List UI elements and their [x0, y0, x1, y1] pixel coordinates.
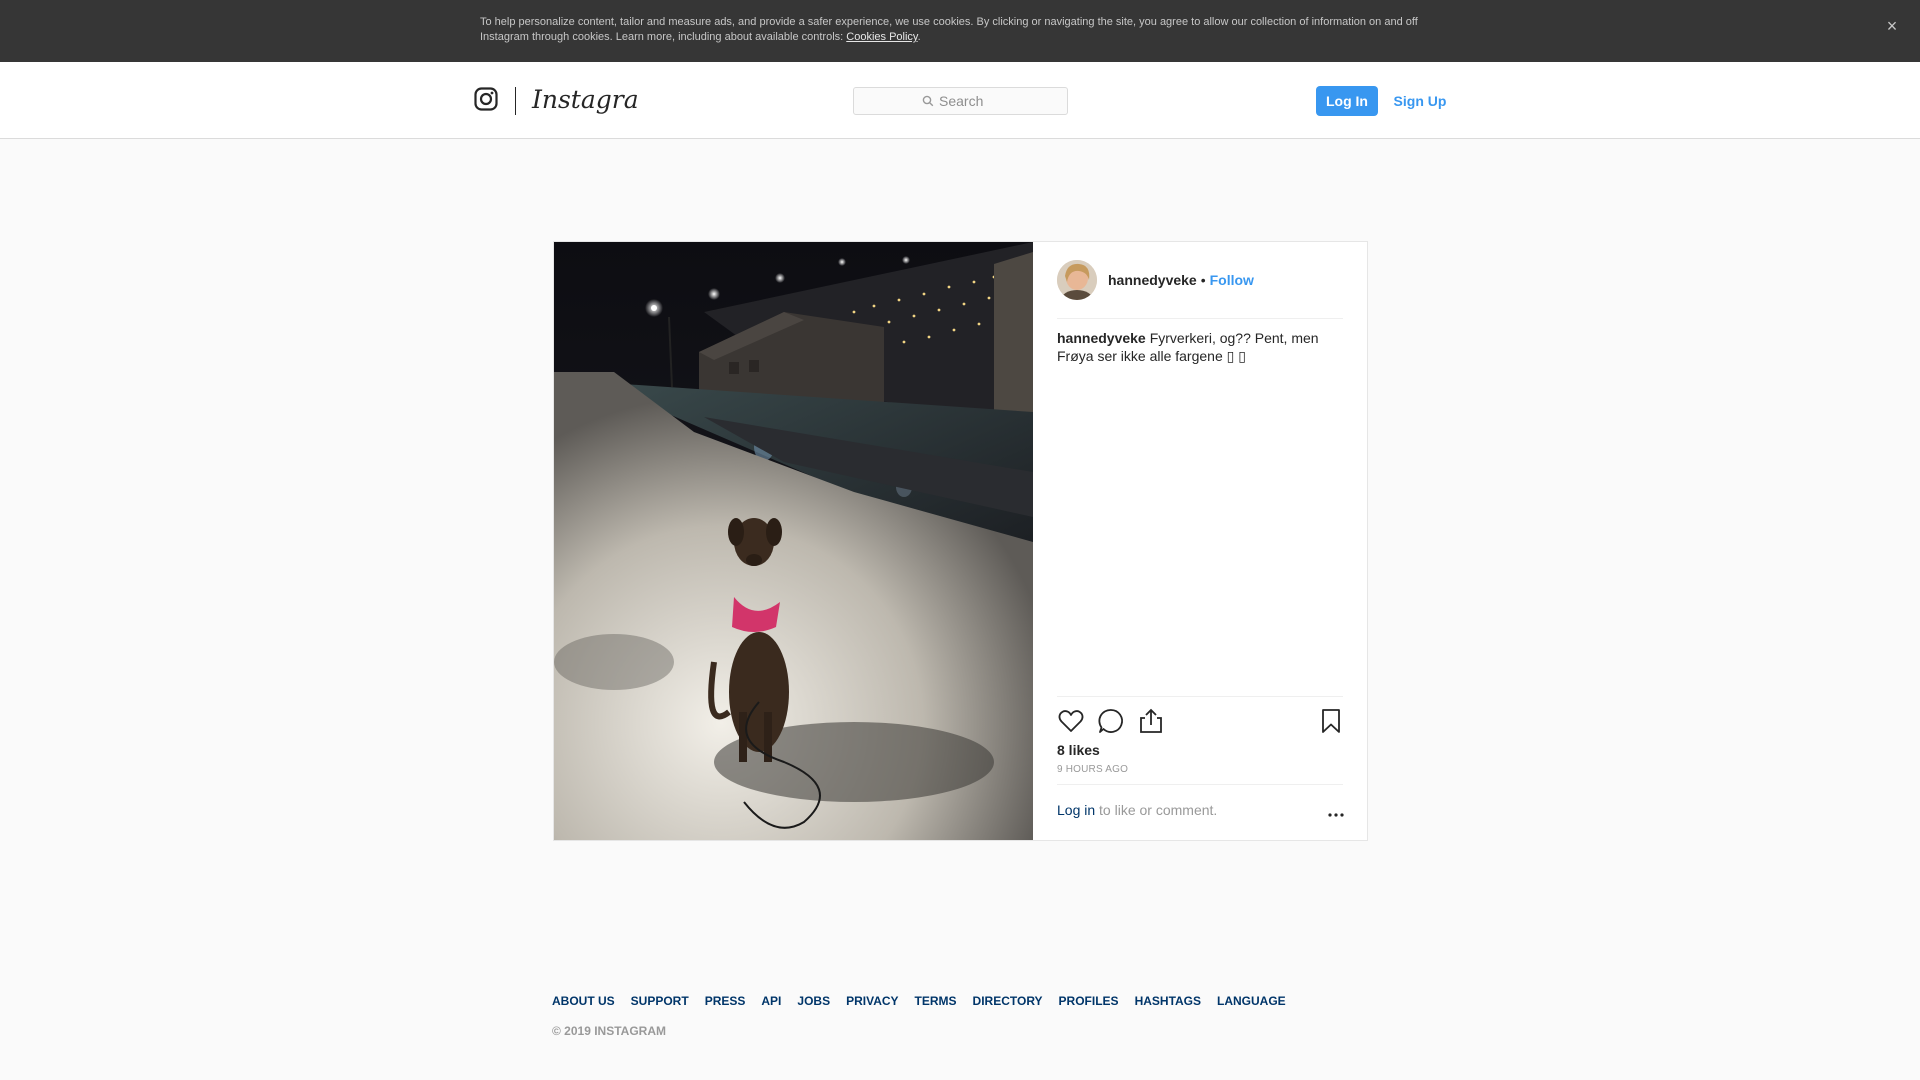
- svg-text:Instagram: Instagram: [531, 85, 640, 114]
- footer-link-support[interactable]: Support: [631, 994, 689, 1008]
- footer-link-press[interactable]: Press: [705, 994, 746, 1008]
- footer-link-about[interactable]: About us: [552, 994, 615, 1008]
- login-button[interactable]: Log In: [1316, 86, 1378, 116]
- bookmark-icon[interactable]: [1317, 707, 1345, 735]
- post-photo[interactable]: [554, 242, 1033, 840]
- footer-link-directory[interactable]: Directory: [973, 994, 1043, 1008]
- divider: [1057, 784, 1343, 785]
- footer-link-profiles[interactable]: Profiles: [1059, 994, 1119, 1008]
- login-prompt-text: to like or comment.: [1095, 802, 1218, 818]
- close-icon[interactable]: ×: [1880, 14, 1904, 38]
- footer: About us Support Press API Jobs Privacy …: [552, 994, 1368, 1038]
- heart-icon[interactable]: [1057, 707, 1085, 735]
- footer-link-terms[interactable]: Terms: [915, 994, 957, 1008]
- instagram-wordmark[interactable]: Instagram: [530, 80, 640, 120]
- avatar-image: [1057, 260, 1097, 300]
- logo-divider: [515, 87, 516, 115]
- instagram-camera-icon[interactable]: [474, 87, 498, 111]
- cookie-banner: To help personalize content, tailor and …: [0, 0, 1920, 62]
- signup-button[interactable]: Sign Up: [1392, 86, 1448, 116]
- cookie-text: To help personalize content, tailor and …: [480, 16, 1418, 43]
- login-link[interactable]: Log in: [1057, 802, 1095, 818]
- separator-dot: •: [1200, 272, 1206, 288]
- caption-username[interactable]: hannedyveke: [1057, 330, 1146, 346]
- search-box[interactable]: [853, 87, 1068, 115]
- footer-link-jobs[interactable]: Jobs: [797, 994, 830, 1008]
- copyright: © 2019 Instagram: [552, 1024, 666, 1038]
- post-timestamp: 9 hours ago: [1057, 764, 1129, 775]
- cookie-message: To help personalize content, tailor and …: [480, 16, 1418, 43]
- follow-button[interactable]: Follow: [1210, 272, 1254, 288]
- cookies-policy-link[interactable]: Cookies Policy: [846, 31, 917, 43]
- action-bar: [1057, 705, 1343, 737]
- search-input[interactable]: [939, 93, 999, 109]
- author-username[interactable]: hannedyveke: [1108, 272, 1197, 288]
- avatar[interactable]: [1057, 260, 1097, 300]
- login-prompt: Log in to like or comment.: [1057, 802, 1217, 818]
- post-photo-image: [554, 242, 1033, 840]
- footer-link-language[interactable]: Language: [1217, 994, 1286, 1008]
- share-icon[interactable]: [1137, 707, 1165, 735]
- footer-link-api[interactable]: API: [761, 994, 781, 1008]
- post-caption: hannedyveke Fyrverkeri, og?? Pent, men Fr…: [1057, 329, 1343, 365]
- post-card: hannedyveke • Follow hannedyveke Fyrverke…: [553, 241, 1368, 841]
- footer-link-privacy[interactable]: Privacy: [846, 994, 898, 1008]
- footer-link-hashtags[interactable]: Hashtags: [1135, 994, 1201, 1008]
- more-options-icon[interactable]: [1326, 808, 1346, 822]
- author-header: hannedyveke • Follow: [1057, 242, 1343, 319]
- top-nav: Instagram Log In Sign Up: [0, 62, 1920, 139]
- divider: [1057, 696, 1343, 697]
- search-icon: [922, 95, 934, 107]
- comment-icon[interactable]: [1097, 707, 1125, 735]
- post-sidebar: hannedyveke • Follow hannedyveke Fyrverke…: [1033, 242, 1367, 840]
- likes-count[interactable]: 8 likes: [1057, 742, 1100, 758]
- footer-nav: About us Support Press API Jobs Privacy …: [552, 994, 1368, 1008]
